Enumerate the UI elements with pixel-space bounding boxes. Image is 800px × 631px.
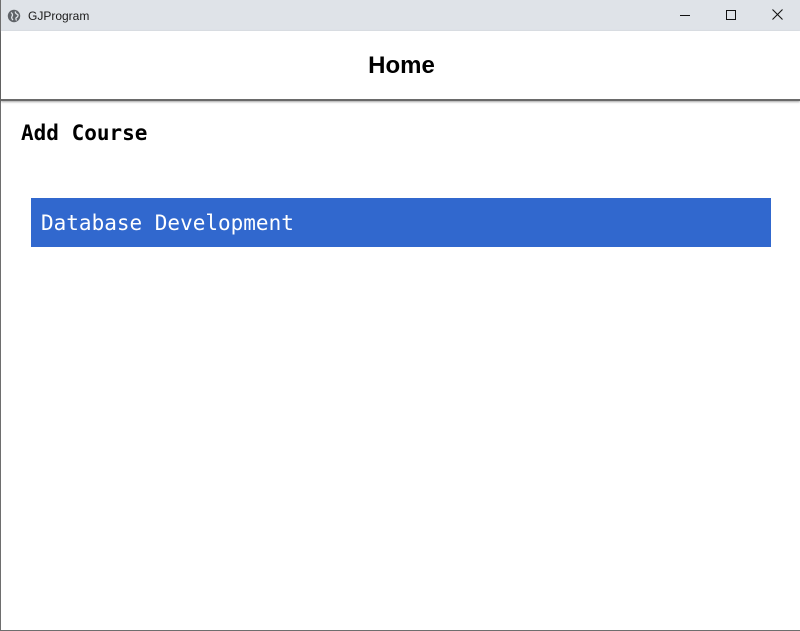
course-list-item[interactable]: Database Development — [31, 198, 771, 247]
page-title: Home — [368, 51, 435, 79]
window-controls — [662, 0, 800, 31]
close-button[interactable] — [754, 0, 800, 31]
minimize-button[interactable] — [662, 0, 708, 31]
course-item-label: Database Development — [41, 210, 294, 235]
app-window: GJProgram Home Add Course Database Devel… — [0, 0, 800, 631]
close-icon — [771, 7, 783, 25]
navigation-bar: Home — [1, 31, 800, 101]
add-course-heading: Add Course — [21, 121, 148, 145]
globe-icon — [7, 9, 21, 23]
title-bar[interactable]: GJProgram — [1, 0, 800, 31]
maximize-button[interactable] — [708, 0, 754, 31]
minimize-icon — [680, 7, 690, 25]
maximize-icon — [726, 7, 736, 25]
window-title: GJProgram — [28, 8, 90, 23]
